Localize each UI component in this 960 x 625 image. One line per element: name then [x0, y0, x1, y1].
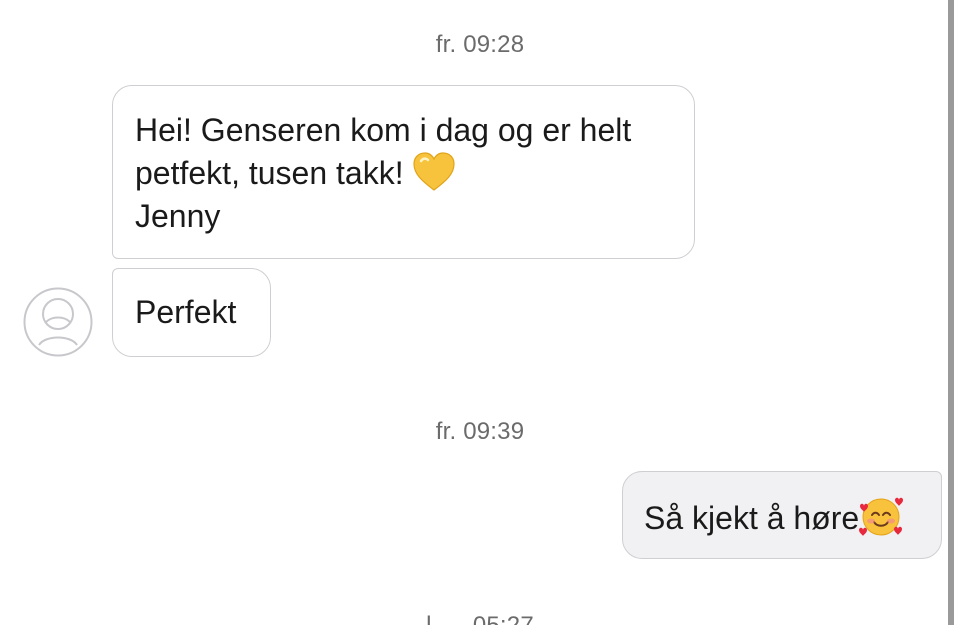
message-signature: Jenny [135, 198, 221, 234]
incoming-message-bubble[interactable]: Perfekt [112, 268, 271, 357]
message-timestamp-partial: l. ... 05:27 [0, 612, 960, 625]
message-timestamp: fr. 09:28 [435, 31, 525, 58]
message-text: Så kjekt å høre [644, 500, 860, 536]
avatar-placeholder-icon [23, 287, 93, 357]
message-text-line: Hei! Genseren kom i dag og er helt [135, 112, 632, 148]
incoming-message-bubble[interactable]: Hei! Genseren kom i dag og er helt petfe… [112, 85, 695, 259]
scrollbar[interactable] [948, 0, 954, 625]
outgoing-message-bubble[interactable]: Så kjekt å høre [622, 471, 942, 559]
message-text: petfekt, tusen takk! [135, 155, 404, 191]
message-text-line-with-emoji: petfekt, tusen takk! [135, 152, 674, 195]
message-timestamp: fr. 09:39 [435, 418, 525, 445]
smiling-face-with-hearts-icon [859, 497, 904, 536]
yellow-heart-icon [413, 152, 456, 191]
message-text: Perfekt [135, 294, 237, 330]
